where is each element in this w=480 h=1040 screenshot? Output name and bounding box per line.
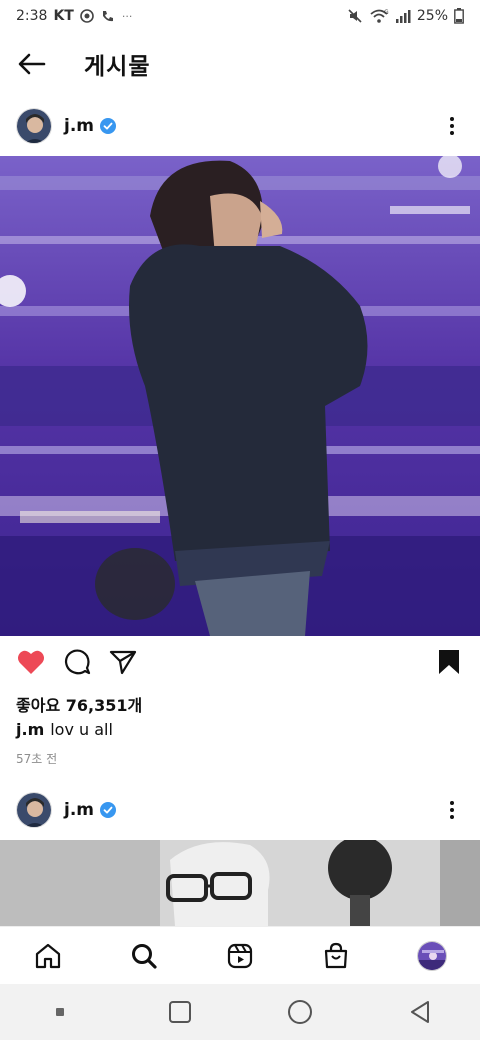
page-title: 게시물 <box>84 54 151 80</box>
status-right: G 25% <box>347 8 464 24</box>
avatar[interactable] <box>16 108 52 144</box>
arrow-left-icon <box>18 53 46 75</box>
overview-button[interactable] <box>156 988 204 1036</box>
post-image[interactable] <box>0 156 480 636</box>
nav-profile[interactable] <box>408 932 456 980</box>
verified-badge-icon <box>100 802 116 818</box>
post-timestamp: 57초 전 <box>16 752 58 766</box>
status-time: 2:38 <box>16 8 48 24</box>
comment-button[interactable] <box>62 647 92 677</box>
next-post-header: j.m <box>0 782 480 838</box>
status-bar: 2:38 KT ··· G 25% <box>0 0 480 32</box>
heart-icon <box>18 650 44 674</box>
bottom-nav <box>0 926 480 984</box>
square-icon <box>169 1001 191 1023</box>
send-icon <box>109 650 137 675</box>
caption-text: lov u all <box>50 720 113 739</box>
caption: j.m lov u all <box>16 720 113 739</box>
back-button[interactable] <box>0 40 64 88</box>
reels-icon <box>227 943 253 968</box>
caption-username[interactable]: j.m <box>16 720 44 739</box>
more-options-button[interactable] <box>440 114 464 138</box>
more-vertical-icon <box>450 117 454 135</box>
svg-text:G: G <box>384 9 389 16</box>
nav-search[interactable] <box>120 932 168 980</box>
wifi-icon: G <box>369 8 389 24</box>
nav-reels[interactable] <box>216 932 264 980</box>
more-options-button[interactable] <box>440 798 464 822</box>
post-username[interactable]: j.m <box>64 116 94 136</box>
status-left: 2:38 KT ··· <box>16 8 132 24</box>
call-icon <box>100 9 116 23</box>
shop-icon <box>324 942 348 968</box>
more-notifications-icon: ··· <box>121 9 133 23</box>
system-back-button[interactable] <box>396 988 444 1036</box>
avatar[interactable] <box>16 792 52 828</box>
battery-percent: 25% <box>416 8 448 24</box>
system-nav <box>0 984 480 1040</box>
like-button[interactable] <box>16 647 46 677</box>
notification-icon <box>80 9 94 23</box>
triangle-back-icon <box>411 1001 429 1023</box>
search-icon <box>132 943 157 969</box>
post-actions <box>0 642 480 682</box>
home-button[interactable] <box>276 988 324 1036</box>
circle-icon <box>288 1000 312 1024</box>
recent-apps-dot[interactable] <box>36 988 84 1036</box>
next-post-image[interactable] <box>0 840 480 926</box>
status-carrier: KT <box>53 8 74 24</box>
likes-count[interactable]: 좋아요 76,351개 <box>16 692 142 716</box>
nav-shop[interactable] <box>312 932 360 980</box>
profile-avatar <box>417 940 447 971</box>
post-header: j.m <box>0 98 480 154</box>
app-header: 게시물 <box>0 40 480 88</box>
signal-icon <box>395 9 411 23</box>
verified-badge-icon <box>100 118 116 134</box>
share-button[interactable] <box>108 647 138 677</box>
comment-icon <box>64 649 91 675</box>
more-vertical-icon <box>450 801 454 819</box>
next-post-username[interactable]: j.m <box>64 800 94 820</box>
mute-icon <box>347 8 363 24</box>
bookmark-icon <box>439 650 459 674</box>
home-icon <box>35 943 61 968</box>
save-button[interactable] <box>434 647 464 677</box>
nav-home[interactable] <box>24 932 72 980</box>
battery-icon <box>454 8 464 24</box>
